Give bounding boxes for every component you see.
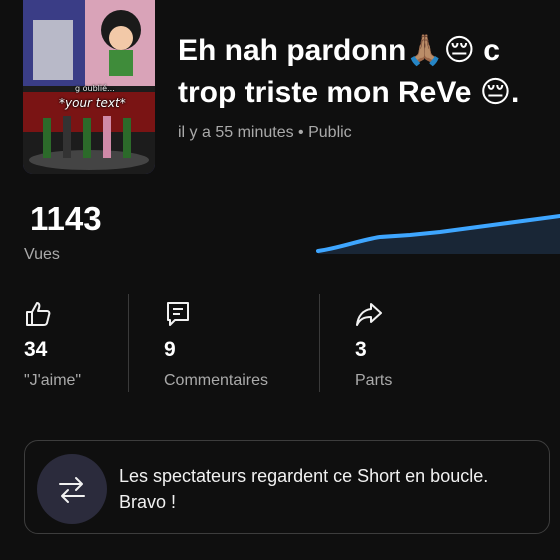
repeat-icon-badge: [37, 454, 107, 524]
stat-shares: 3 Parts: [355, 294, 535, 394]
insight-message: Les spectateurs regardent ce Short en bo…: [119, 466, 489, 512]
views-count: 1143: [30, 200, 102, 237]
thumbnail-caption: *your text*: [59, 96, 126, 110]
comments-label: Commentaires: [164, 372, 269, 389]
video-thumbnail[interactable]: g oublié... *your text*: [23, 0, 155, 174]
video-title-line-2: trop triste mon ReVe 😔.: [178, 76, 520, 109]
stat-comments: 9 Commentaires: [164, 294, 344, 394]
stat-divider: [319, 294, 320, 392]
likes-label: "J'aime": [24, 372, 82, 389]
video-meta: il y a 55 minutes • Public: [178, 124, 352, 141]
views-label: Vues: [24, 246, 60, 263]
comments-count: 9: [164, 338, 176, 361]
likes-count: 34: [24, 338, 48, 361]
views-sparkline: [316, 214, 560, 254]
insight-banner: Les spectateurs regardent ce Short en bo…: [24, 440, 550, 534]
shares-count: 3: [355, 338, 367, 361]
shares-label: Parts: [355, 372, 393, 389]
thumbs-up-icon: [26, 302, 51, 326]
repeat-icon: [59, 477, 85, 503]
thumbnail-caption-small: g oublié...: [75, 84, 115, 93]
comment-icon: [167, 302, 189, 326]
stat-divider: [128, 294, 129, 392]
video-title: Eh nah pardonn🙏🏽😔 c trop triste mon ReVe…: [178, 30, 560, 120]
share-icon: [356, 303, 382, 326]
video-title-line-1: Eh nah pardonn🙏🏽😔 c: [178, 34, 500, 67]
